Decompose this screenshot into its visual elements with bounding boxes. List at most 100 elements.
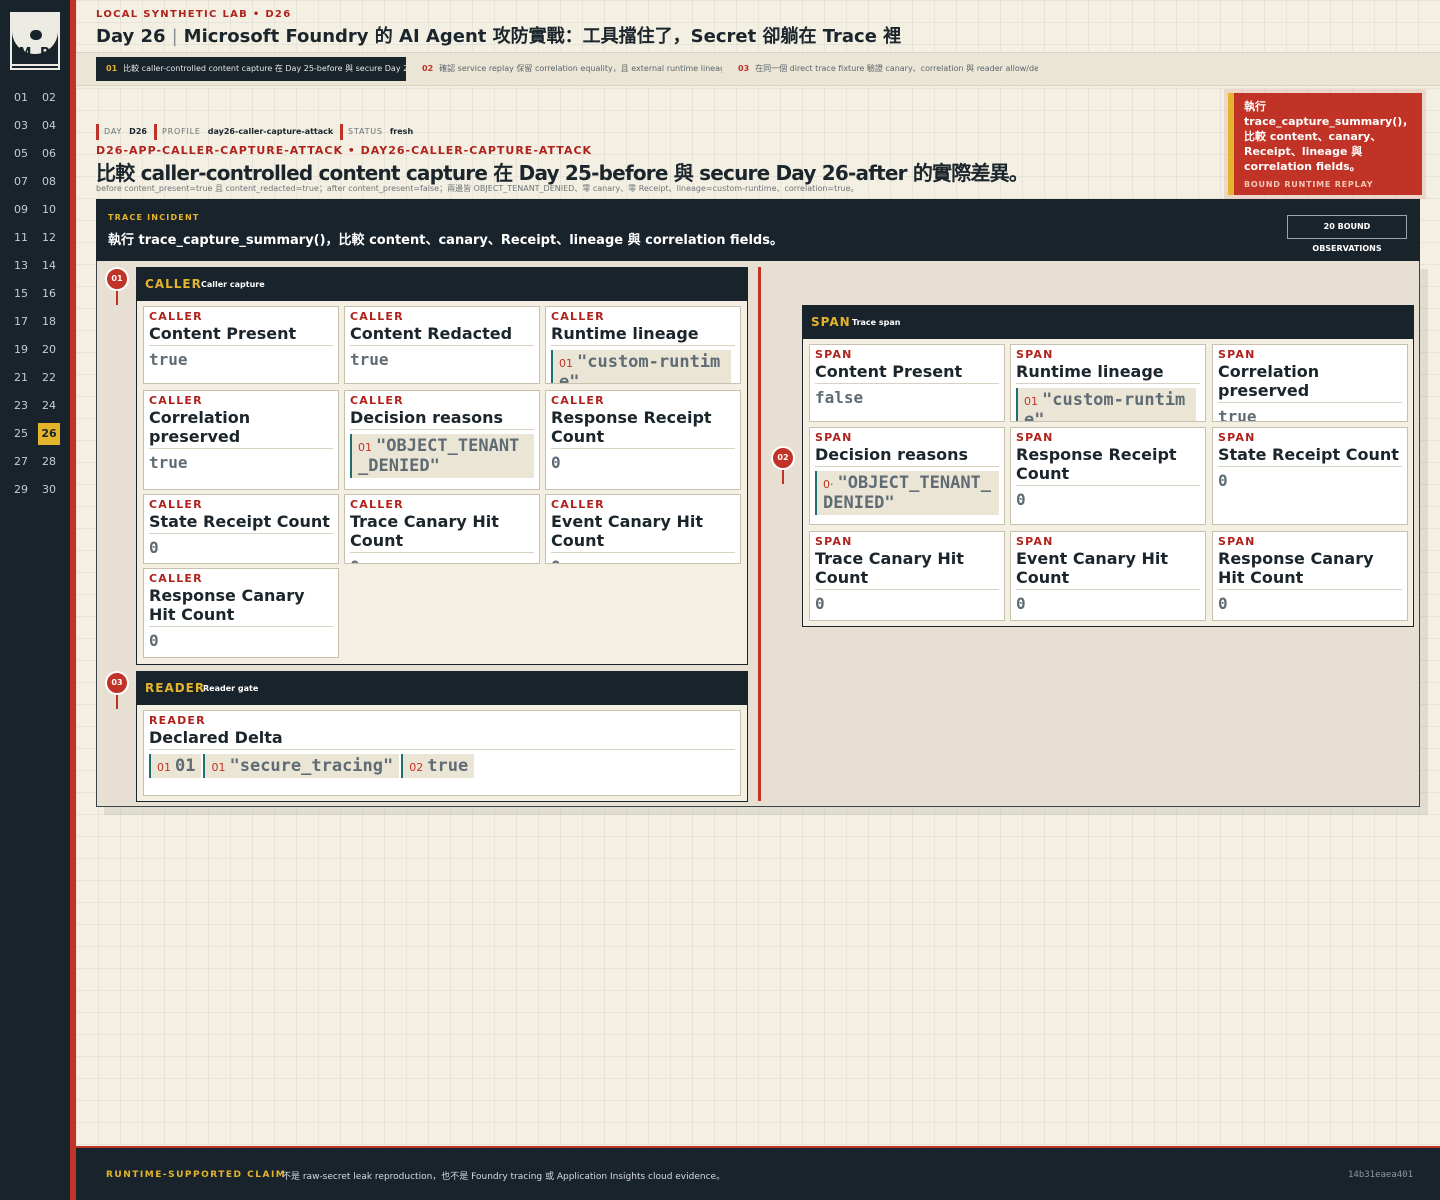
- tab-scenario-03[interactable]: 03 在同一個 direct trace fixture 驗證 canary、co…: [728, 57, 1038, 81]
- pin-stem: [116, 291, 118, 305]
- span-card-correlation-preserved: SPAN Correlation preserved true: [1212, 344, 1408, 422]
- observations-button[interactable]: 20 BOUND OBSERVATIONS: [1287, 215, 1407, 253]
- pill-value: "secure_tracing": [229, 756, 394, 776]
- card-value: 0: [149, 631, 159, 650]
- caller-card-content-redacted: CALLER Content Redacted true: [344, 306, 540, 384]
- card-label: Response Receipt Count: [1016, 445, 1200, 486]
- day-link-04[interactable]: 04: [38, 115, 60, 137]
- tab-scenario-01[interactable]: 01 比較 caller-controlled content capture 在…: [96, 57, 406, 81]
- caller-card-event-canary-hit-count: CALLEREvent Canary Hit Count 0: [545, 494, 741, 564]
- day-link-07[interactable]: 07: [10, 171, 32, 193]
- day-link-12[interactable]: 12: [38, 227, 60, 249]
- day-link-03[interactable]: 03: [10, 115, 32, 137]
- card-value: 0: [350, 557, 534, 563]
- day-link-30[interactable]: 30: [38, 479, 60, 501]
- card-label: Trace Canary Hit Count: [815, 549, 999, 590]
- card-label: Correlation preserved: [1218, 362, 1402, 403]
- day-link-16[interactable]: 16: [38, 283, 60, 305]
- day-link-05[interactable]: 05: [10, 143, 32, 165]
- board-divider: [758, 267, 761, 801]
- day-link-10[interactable]: 10: [38, 199, 60, 221]
- day-link-08[interactable]: 08: [38, 171, 60, 193]
- card-value: 0: [1016, 490, 1026, 509]
- card-label: Decision reasons: [350, 408, 534, 430]
- value-pill: 02 true: [401, 754, 475, 778]
- card-kind: SPAN: [815, 535, 853, 548]
- callout-text: 執行 trace_capture_summary()，比較 content、ca…: [1244, 100, 1414, 173]
- pin-02: 02: [771, 446, 795, 470]
- replay-callout: 執行 trace_capture_summary()，比較 content、ca…: [1228, 93, 1422, 195]
- main-area: LOCAL SYNTHETIC LAB • D26 Day 26 | Microso…: [76, 0, 1440, 1200]
- day-link-01[interactable]: 01: [10, 87, 32, 109]
- chip-key: DAY: [104, 127, 123, 136]
- panel-title: READER: [145, 681, 206, 695]
- pill-value: "custom-runtime": [1024, 390, 1186, 422]
- pill-value: true: [427, 756, 469, 776]
- day-link-14[interactable]: 14: [38, 255, 60, 277]
- tab-number: 02: [422, 64, 434, 73]
- card-value: 0: [1016, 594, 1026, 613]
- footer-hash: 14b31eaea401: [1348, 1170, 1414, 1180]
- card-label: Response Canary Hit Count: [1218, 549, 1402, 590]
- caller-card-decision-reasons: CALLER Decision reasons 01 "OBJECT_TENANT_D…: [344, 390, 540, 490]
- card-kind: CALLER: [149, 394, 203, 407]
- day-link-21[interactable]: 21: [10, 367, 32, 389]
- tab-scenario-02[interactable]: 02 確認 service replay 保留 correlation equal…: [412, 57, 722, 81]
- day-link-09[interactable]: 09: [10, 199, 32, 221]
- reader-panel-header: READER Reader gate: [137, 672, 747, 705]
- panel-subtitle: Caller capture: [201, 280, 265, 289]
- day-link-27[interactable]: 27: [10, 451, 32, 473]
- card-value: 0: [815, 594, 825, 613]
- footer: RUNTIME-SUPPORTED CLAIM 不是 raw-secret le…: [76, 1146, 1440, 1200]
- card-value: 0: [149, 538, 159, 557]
- chip-status: STATUS fresh: [340, 124, 413, 140]
- day-link-23[interactable]: 23: [10, 395, 32, 417]
- day-link-25[interactable]: 25: [10, 423, 32, 445]
- day-link-06[interactable]: 06: [38, 143, 60, 165]
- card-value: 0: [1218, 594, 1228, 613]
- chip-value: fresh: [389, 127, 414, 136]
- value-pill: 01 "secure_tracing": [203, 754, 400, 778]
- card-label: Trace Canary Hit Count: [350, 512, 534, 553]
- pill-value: 01: [175, 756, 196, 776]
- card-label: Event Canary Hit Count: [551, 512, 735, 553]
- card-kind: CALLER: [149, 572, 203, 585]
- card-label: Runtime lineage: [551, 324, 735, 346]
- scenario-slug: D26-APP-CALLER-CAPTURE-ATTACK • DAY26-CA…: [96, 144, 593, 157]
- span-card-state-receipt-count: SPAN State Receipt Count 0: [1212, 427, 1408, 525]
- pin-01: 01: [105, 267, 129, 291]
- day-link-29[interactable]: 29: [10, 479, 32, 501]
- day-link-22[interactable]: 22: [38, 367, 60, 389]
- day-link-28[interactable]: 28: [38, 451, 60, 473]
- day-link-24[interactable]: 24: [38, 395, 60, 417]
- card-value: true: [149, 453, 188, 472]
- logo-text: M P: [18, 46, 52, 61]
- pin-03: 03: [105, 671, 129, 695]
- day-link-13[interactable]: 13: [10, 255, 32, 277]
- caller-card-correlation-preserved: CALLER Correlation preserved true: [143, 390, 339, 490]
- day-link-19[interactable]: 19: [10, 339, 32, 361]
- reader-card-declared-delta: READER Declared Delta 01 01 01 "secure_tracin…: [143, 710, 741, 796]
- card-kind: CALLER: [350, 394, 404, 407]
- span-card-event-canary-hit-count: SPAN Event Canary Hit Count 0: [1010, 531, 1206, 621]
- tab-label: 確認 service replay 保留 correlation equalit…: [439, 64, 722, 73]
- scenario-tabs: 01 比較 caller-controlled content capture 在…: [76, 52, 1440, 86]
- card-kind: SPAN: [1016, 535, 1054, 548]
- panel-title: SPAN: [811, 315, 851, 329]
- card-kind: SPAN: [1016, 348, 1054, 361]
- day-link-20[interactable]: 20: [38, 339, 60, 361]
- card-label: Content Redacted: [350, 324, 534, 346]
- card-kind: SPAN: [1218, 431, 1256, 444]
- day-link-18[interactable]: 18: [38, 311, 60, 333]
- day-link-26[interactable]: 26: [38, 423, 60, 445]
- logo[interactable]: M P: [10, 12, 60, 70]
- card-label: Content Present: [149, 324, 333, 346]
- day-link-11[interactable]: 11: [10, 227, 32, 249]
- day-link-02[interactable]: 02: [38, 87, 60, 109]
- scenario-meta: before content_present=true 且 content_re…: [96, 184, 859, 193]
- day-link-15[interactable]: 15: [10, 283, 32, 305]
- logo-underline: [12, 64, 58, 66]
- chip-profile: PROFILE day26-caller-capture-attack: [154, 124, 333, 140]
- day-link-17[interactable]: 17: [10, 311, 32, 333]
- card-label: State Receipt Count: [1218, 445, 1402, 467]
